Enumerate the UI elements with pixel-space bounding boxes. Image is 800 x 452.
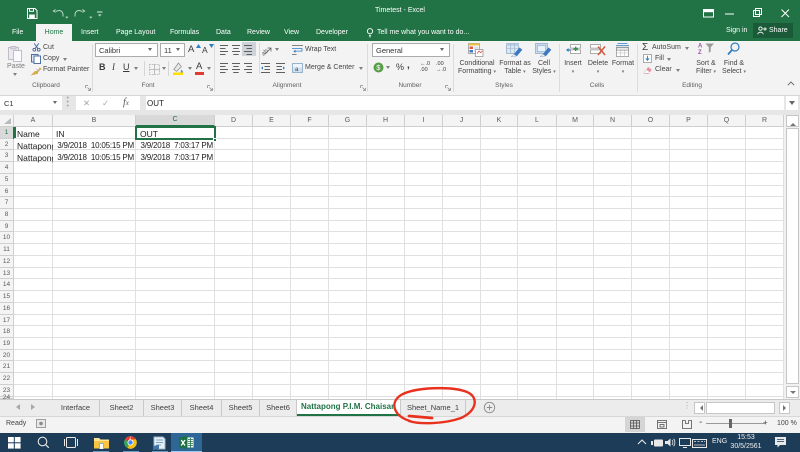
svg-text:Z: Z xyxy=(698,50,702,54)
svg-text:A: A xyxy=(698,43,703,49)
svg-text:ab: ab xyxy=(262,47,270,56)
